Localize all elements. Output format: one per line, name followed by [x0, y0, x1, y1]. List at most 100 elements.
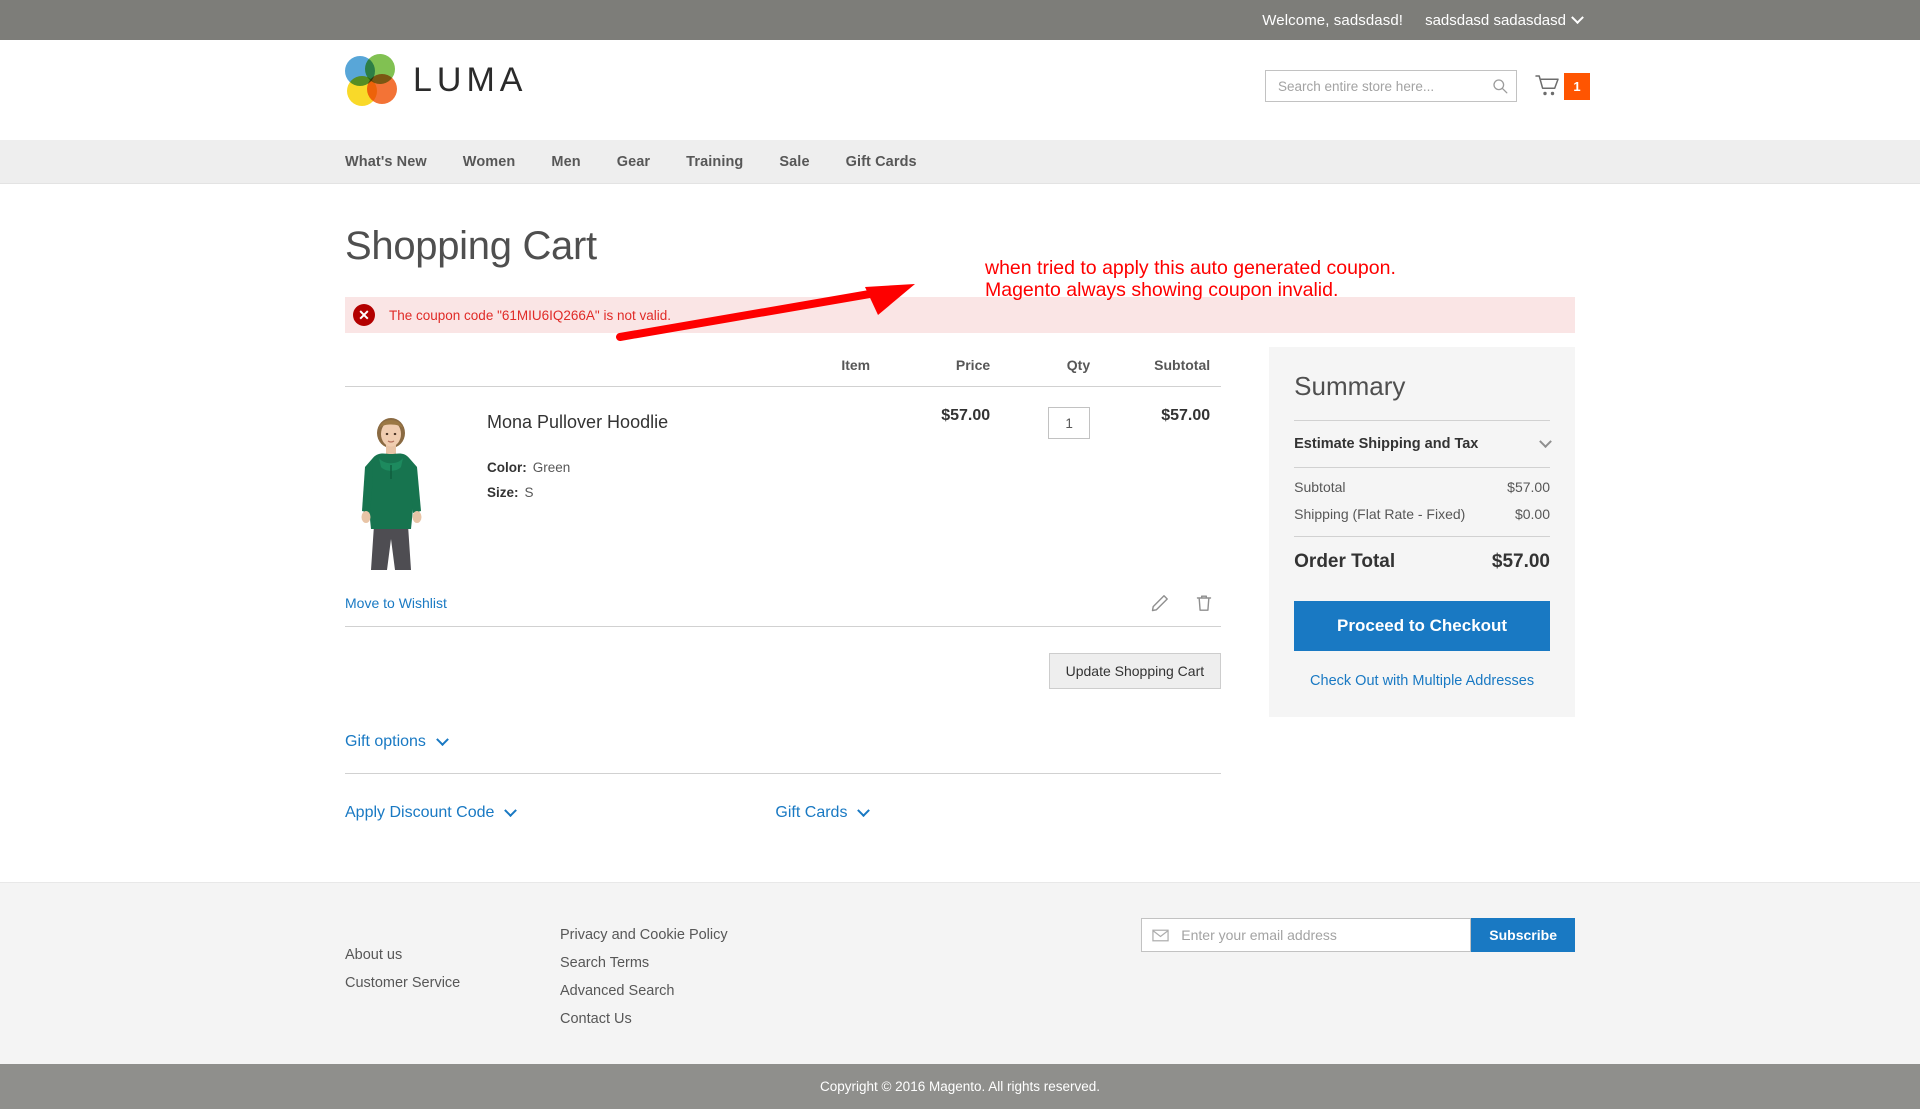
search-icon[interactable]: [1492, 78, 1508, 94]
gift-cards-toggle[interactable]: Gift Cards: [775, 803, 871, 822]
cart-item-cell: Mona Pullover Hoodlie Color: Green Size: S: [345, 387, 881, 590]
copyright-text: Copyright © 2016 Magento. All rights res…: [819, 1079, 1101, 1094]
chevron-down-icon: [857, 803, 871, 817]
column-header-item: Item: [345, 347, 882, 387]
envelope-icon: [1152, 929, 1169, 941]
chevron-down-icon: [1539, 434, 1552, 448]
footer-link-customer-service[interactable]: Customer Service: [345, 969, 560, 997]
order-total-value: $57.00: [1491, 551, 1550, 572]
shopping-cart-icon[interactable]: [1535, 74, 1561, 98]
summary-panel: Summary Estimate Shipping and Tax Subtot…: [1269, 347, 1575, 717]
annotation-line-2: Magento always showing coupon invalid.: [985, 279, 1339, 301]
main-content: Shopping Cart when tried to apply this a…: [330, 224, 1590, 822]
cart-items-section: Item Price Qty Subtotal Mona Pullover Ho…: [345, 347, 1222, 822]
summary-title: Summary: [1294, 371, 1406, 401]
table-row: Mona Pullover Hoodlie Color: Green Size: S: [345, 387, 1221, 591]
nav-item-training[interactable]: Training: [686, 154, 743, 170]
checkout-multiple-addresses-link[interactable]: Check Out with Multiple Addresses: [1294, 673, 1550, 689]
newsletter-field[interactable]: [1141, 918, 1472, 952]
product-thumbnail[interactable]: [345, 407, 437, 570]
product-price: $57.00: [941, 407, 991, 424]
luma-logo-mark-icon: [345, 54, 397, 106]
summary-section: Summary Estimate Shipping and Tax Subtot…: [1269, 347, 1575, 717]
main-navigation: What's New Women Men Gear Training Sale …: [0, 140, 1920, 184]
footer-link-contact-us[interactable]: Contact Us: [560, 1005, 980, 1033]
subtotal-label: Subtotal: [1294, 479, 1346, 495]
logo-text: LUMA: [413, 60, 528, 99]
subtotal-value: $57.00: [1507, 479, 1550, 495]
nav-item-women[interactable]: Women: [463, 154, 516, 170]
order-total-row: Order Total $57.00: [1294, 537, 1550, 573]
welcome-message: Welcome, sadsdasd!: [1262, 11, 1404, 29]
search-box[interactable]: [1265, 70, 1517, 102]
estimate-shipping-and-tax-toggle[interactable]: Estimate Shipping and Tax: [1294, 421, 1552, 468]
newsletter-signup: Subscribe: [1141, 918, 1575, 952]
nav-item-gear[interactable]: Gear: [617, 154, 650, 170]
option-color-label: Color:: [487, 460, 527, 475]
site-footer: About us Customer Service Privacy and Co…: [0, 882, 1920, 1064]
gift-options-label: Gift options: [345, 733, 426, 750]
qty-input[interactable]: [1048, 407, 1091, 439]
top-panel: Welcome, sadsdasd! sadsdasd sadasdasd: [0, 0, 1920, 40]
product-image: [345, 407, 437, 570]
minicart[interactable]: 1: [1535, 72, 1590, 100]
gift-options-toggle[interactable]: Gift options: [345, 732, 449, 751]
footer-column-2: Privacy and Cookie Policy Search Terms A…: [560, 921, 980, 1033]
summary-line-shipping: Shipping (Flat Rate - Fixed) $0.00: [1294, 495, 1550, 522]
footer-link-advanced-search[interactable]: Advanced Search: [560, 977, 980, 1005]
nav-item-sale[interactable]: Sale: [779, 154, 809, 170]
gift-options-row: Gift options: [345, 732, 1222, 774]
footer-link-search-terms[interactable]: Search Terms: [560, 949, 980, 977]
product-details: Mona Pullover Hoodlie Color: Green Size: S: [487, 407, 668, 570]
chevron-down-icon: [1571, 10, 1584, 24]
option-color-value: Green: [532, 460, 571, 475]
customer-menu[interactable]: sadsdasd sadasdasd: [1425, 10, 1584, 29]
error-x-icon: ✕: [353, 304, 375, 326]
footer-column-1: About us Customer Service: [345, 921, 560, 1033]
product-qty-cell: [1001, 387, 1101, 591]
edit-pencil-icon[interactable]: [1151, 594, 1169, 612]
proceed-to-checkout-button[interactable]: Proceed to Checkout: [1294, 601, 1550, 651]
search-input[interactable]: [1276, 77, 1492, 95]
apply-discount-code-label: Apply Discount Code: [345, 804, 495, 821]
newsletter-email-input[interactable]: [1179, 926, 1471, 944]
footer-link-privacy-and-cookie-policy[interactable]: Privacy and Cookie Policy: [560, 921, 980, 949]
apply-discount-code-toggle[interactable]: Apply Discount Code: [345, 803, 518, 822]
cart-table-header-row: Item Price Qty Subtotal: [345, 347, 1222, 387]
cart-item-actions: Move to Wishlist: [345, 590, 1222, 627]
luma-logo[interactable]: LUMA: [345, 54, 527, 106]
estimate-shipping-label: Estimate Shipping and Tax: [1294, 436, 1479, 452]
customer-name: sadsdasd sadasdasd: [1425, 11, 1566, 29]
product-subtotal: $57.00: [1161, 407, 1211, 424]
discount-and-giftcards-row: Apply Discount Code Gift Cards: [345, 803, 1221, 822]
shipping-value: $0.00: [1514, 506, 1550, 522]
column-header-qty: Qty: [1001, 347, 1102, 387]
shipping-label: Shipping (Flat Rate - Fixed): [1294, 506, 1466, 522]
nav-item-gift-cards[interactable]: Gift Cards: [846, 154, 917, 170]
annotation-text: when tried to apply this auto generated …: [985, 257, 1396, 301]
cart-count-badge: 1: [1564, 72, 1590, 100]
header-right: 1: [1265, 70, 1590, 102]
option-color: Color: Green: [487, 455, 668, 480]
nav-item-whats-new[interactable]: What's New: [345, 154, 427, 170]
order-total-label: Order Total: [1294, 551, 1396, 572]
copyright-bar: Copyright © 2016 Magento. All rights res…: [0, 1064, 1920, 1109]
move-to-wishlist-link[interactable]: Move to Wishlist: [345, 595, 447, 611]
option-size-value: S: [524, 485, 534, 500]
chevron-down-icon: [504, 803, 518, 817]
site-header: LUMA 1: [0, 40, 1920, 140]
footer-link-about-us[interactable]: About us: [345, 941, 560, 969]
update-shopping-cart-button[interactable]: Update Shopping Cart: [1048, 653, 1222, 689]
delete-trash-icon[interactable]: [1195, 594, 1213, 612]
column-header-subtotal: Subtotal: [1101, 347, 1222, 387]
option-size-label: Size:: [487, 485, 519, 500]
option-size: Size: S: [487, 480, 668, 505]
product-options: Color: Green Size: S: [487, 455, 668, 505]
subscribe-button[interactable]: Subscribe: [1471, 918, 1575, 952]
product-name[interactable]: Mona Pullover Hoodlie: [487, 412, 668, 433]
gift-cards-label: Gift Cards: [775, 804, 848, 821]
chevron-down-icon: [436, 732, 449, 746]
nav-item-men[interactable]: Men: [551, 154, 580, 170]
cart-update-row: Update Shopping Cart: [345, 653, 1222, 689]
annotation-line-1: when tried to apply this auto generated …: [985, 257, 1396, 279]
